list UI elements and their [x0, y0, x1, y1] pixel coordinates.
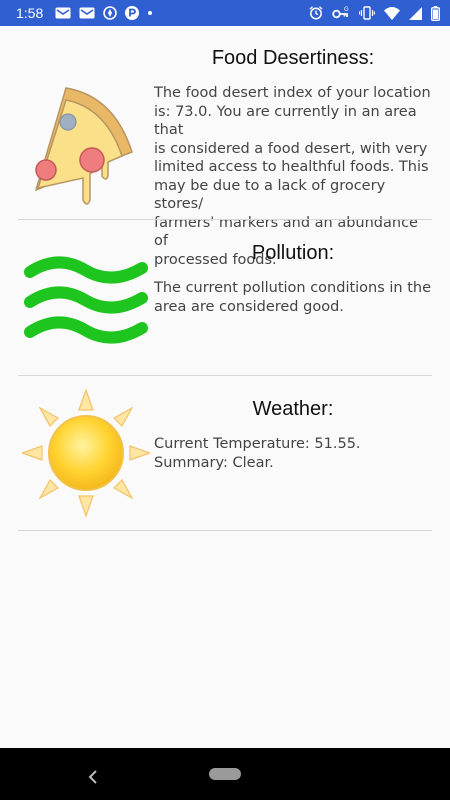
navigation-bar [0, 748, 450, 800]
divider [18, 530, 432, 531]
svg-text:G: G [344, 7, 349, 13]
body-line: area are considered good. [154, 298, 344, 315]
card-title: Pollution: [251, 242, 335, 264]
body-line: The food desert index of your location [154, 85, 431, 101]
dot-icon [147, 6, 153, 20]
back-icon[interactable] [88, 764, 98, 790]
body-line: is considered a food desert, with very [154, 140, 428, 157]
body-line: Summary: Clear. [154, 454, 274, 471]
sun-icon [20, 388, 152, 523]
body-line: Current Temperature: 51.55. [154, 436, 361, 452]
gmail-icon [55, 6, 71, 20]
gmail-icon [79, 6, 95, 20]
vibrate-icon [359, 6, 375, 20]
card-title: Food Desertiness: [211, 47, 375, 69]
wind-waves-icon [22, 250, 148, 355]
parking-icon [125, 6, 140, 20]
vpn-key-icon: G [332, 6, 350, 20]
card-title: Weather: [252, 398, 334, 420]
home-pill-icon[interactable] [209, 768, 241, 780]
food-desert-card: Food Desertiness: The food desert index … [18, 44, 432, 268]
card-body: The current pollution conditions in the … [154, 279, 434, 316]
body-line: may be due to a lack of grocery stores/ [154, 177, 386, 213]
wifi-icon [384, 6, 400, 20]
card-body: Current Temperature: 51.55. Summary: Cle… [154, 435, 434, 472]
battery-icon [431, 5, 440, 21]
status-bar: 1:58 G [0, 0, 450, 26]
status-time: 1:58 [16, 5, 44, 21]
alarm-icon [309, 6, 323, 20]
pizza-icon [22, 82, 134, 213]
signal-icon [409, 6, 422, 20]
body-line: limited access to healthful foods. This [154, 159, 429, 175]
body-line: The current pollution conditions in the [154, 280, 432, 296]
pollution-card: Pollution: The current pollution conditi… [18, 220, 432, 374]
weather-card: Weather: Current Temperature: 51.55. Sum… [18, 376, 432, 530]
body-line: is: 73.0. You are currently in an area t… [154, 103, 417, 139]
compass-icon [103, 6, 118, 20]
